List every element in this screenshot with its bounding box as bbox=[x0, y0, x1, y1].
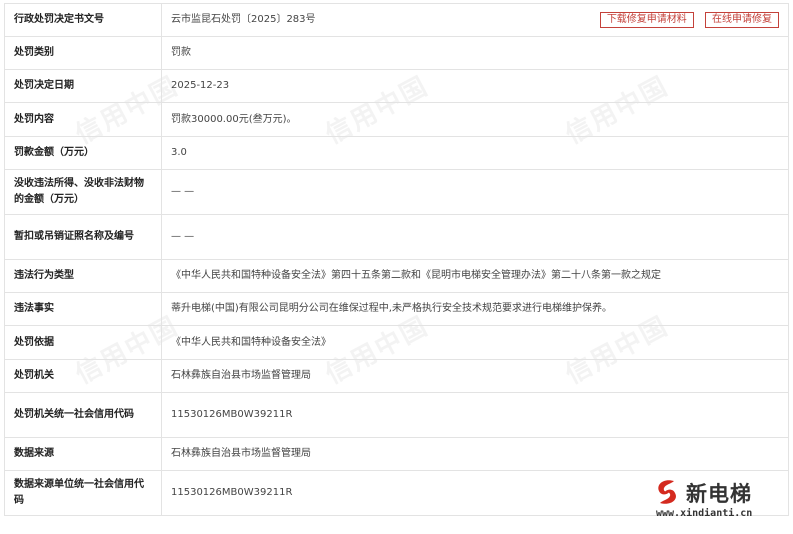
row-label: 暂扣或吊销证照名称及编号 bbox=[4, 214, 162, 260]
table-row: 处罚机关统一社会信用代码 11530126MB0W39211R bbox=[4, 392, 789, 438]
row-value: 云市监昆石处罚〔2025〕283号 下载修复申请材料 在线申请修复 bbox=[161, 3, 789, 37]
row-label: 处罚决定日期 bbox=[4, 69, 162, 103]
row-label: 处罚类别 bbox=[4, 36, 162, 70]
table-row: 处罚机关 石林彝族自治县市场监督管理局 bbox=[4, 359, 789, 393]
row-label: 罚款金额（万元） bbox=[4, 136, 162, 170]
table-row: 暂扣或吊销证照名称及编号 — — bbox=[4, 214, 789, 260]
row-label: 处罚机关统一社会信用代码 bbox=[4, 392, 162, 438]
logo-url: www.xindianti.cn bbox=[656, 508, 753, 519]
logo-name: 新电梯 bbox=[686, 482, 752, 506]
row-value: 罚款 bbox=[161, 36, 789, 70]
row-value: 罚款30000.00元(叁万元)。 bbox=[161, 102, 789, 137]
row-label: 违法事实 bbox=[4, 292, 162, 326]
row-label: 没收违法所得、没收非法财物的金额（万元） bbox=[4, 169, 162, 215]
row-label: 违法行为类型 bbox=[4, 259, 162, 293]
table-row: 数据来源 石林彝族自治县市场监督管理局 bbox=[4, 437, 789, 471]
row-label: 行政处罚决定书文号 bbox=[4, 3, 162, 37]
row-value: 《中华人民共和国特种设备安全法》 bbox=[161, 325, 789, 360]
row-value: — — bbox=[161, 169, 789, 215]
table-row: 处罚类别 罚款 bbox=[4, 36, 789, 70]
decision-number: 云市监昆石处罚〔2025〕283号 bbox=[171, 14, 316, 25]
table-row: 罚款金额（万元） 3.0 bbox=[4, 136, 789, 170]
row-label: 处罚机关 bbox=[4, 359, 162, 393]
penalty-info-table: 行政处罚决定书文号 云市监昆石处罚〔2025〕283号 下载修复申请材料 在线申… bbox=[4, 3, 789, 516]
row-label: 数据来源 bbox=[4, 437, 162, 471]
table-row: 违法事实 蒂升电梯(中国)有限公司昆明分公司在维保过程中,未严格执行安全技术规范… bbox=[4, 292, 789, 326]
table-row: 处罚决定日期 2025-12-23 bbox=[4, 69, 789, 103]
row-value: 《中华人民共和国特种设备安全法》第四十五条第二款和《昆明市电梯安全管理办法》第二… bbox=[161, 259, 789, 293]
table-row: 违法行为类型 《中华人民共和国特种设备安全法》第四十五条第二款和《昆明市电梯安全… bbox=[4, 259, 789, 293]
download-repair-materials-button[interactable]: 下载修复申请材料 bbox=[599, 12, 694, 28]
row-value: 石林彝族自治县市场监督管理局 bbox=[161, 437, 789, 471]
row-value: 2025-12-23 bbox=[161, 69, 789, 103]
button-group: 下载修复申请材料 在线申请修复 bbox=[592, 12, 779, 28]
row-label: 处罚内容 bbox=[4, 102, 162, 137]
site-logo: 新电梯 www.xindianti.cn bbox=[652, 478, 788, 526]
apply-repair-online-button[interactable]: 在线申请修复 bbox=[705, 12, 779, 28]
row-value: — — bbox=[161, 214, 789, 260]
table-row: 处罚内容 罚款30000.00元(叁万元)。 bbox=[4, 102, 789, 137]
row-label: 处罚依据 bbox=[4, 325, 162, 360]
row-label: 数据来源单位统一社会信用代码 bbox=[4, 470, 162, 516]
row-value: 蒂升电梯(中国)有限公司昆明分公司在维保过程中,未严格执行安全技术规范要求进行电… bbox=[161, 292, 789, 326]
table-row: 行政处罚决定书文号 云市监昆石处罚〔2025〕283号 下载修复申请材料 在线申… bbox=[4, 3, 789, 37]
table-row: 处罚依据 《中华人民共和国特种设备安全法》 bbox=[4, 325, 789, 360]
row-value: 11530126MB0W39211R bbox=[161, 392, 789, 438]
table-row: 没收违法所得、没收非法财物的金额（万元） — — bbox=[4, 169, 789, 215]
row-value: 石林彝族自治县市场监督管理局 bbox=[161, 359, 789, 393]
elevator-logo-icon bbox=[658, 480, 676, 504]
row-value: 3.0 bbox=[161, 136, 789, 170]
